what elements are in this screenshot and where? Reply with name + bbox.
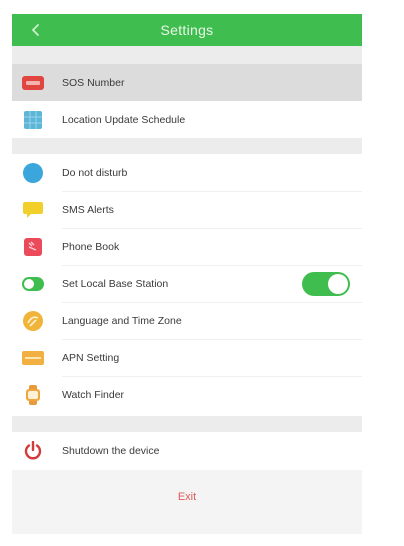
message-icon <box>22 199 44 221</box>
settings-item-sos-number[interactable]: SOS Number <box>12 64 362 101</box>
settings-item-label: Set Local Base Station <box>62 277 169 290</box>
settings-item-watch-finder[interactable]: Watch Finder <box>12 376 362 413</box>
settings-item-set-local-base-station[interactable]: Set Local Base Station <box>12 265 362 302</box>
settings-item-phone-book[interactable]: Phone Book <box>12 228 362 265</box>
settings-item-label: SOS Number <box>62 76 125 89</box>
settings-item-language-time-zone[interactable]: Language and Time Zone <box>12 302 362 339</box>
phonebook-icon <box>22 236 44 258</box>
base-station-toggle[interactable] <box>302 271 350 296</box>
section-gap <box>12 416 362 432</box>
settings-item-do-not-disturb[interactable]: Do not disturb <box>12 154 362 191</box>
settings-item-label: Do not disturb <box>62 166 128 179</box>
settings-group-1: SOS Number Location Update Schedule <box>12 64 362 138</box>
settings-item-label: Phone Book <box>62 240 120 253</box>
settings-item-apn-setting[interactable]: APN Setting <box>12 339 362 376</box>
apn-icon <box>22 347 44 369</box>
page-title: Settings <box>160 22 214 38</box>
sos-icon <box>22 72 44 94</box>
exit-button[interactable]: Exit <box>12 482 362 512</box>
header-bar: Settings <box>12 14 362 46</box>
settings-item-label: Watch Finder <box>62 388 125 401</box>
settings-group-3: Shutdown the device <box>12 432 362 470</box>
watch-icon <box>22 384 44 406</box>
settings-item-label: Shutdown the device <box>62 444 160 457</box>
settings-item-shutdown[interactable]: Shutdown the device <box>12 432 362 469</box>
moon-icon <box>22 162 44 184</box>
settings-item-label: APN Setting <box>62 351 120 364</box>
section-gap <box>12 138 362 154</box>
settings-screen: Settings SOS Number Location Update Sche… <box>12 14 362 534</box>
settings-item-label: Location Update Schedule <box>62 113 186 126</box>
section-gap <box>12 46 362 64</box>
settings-item-label: SMS Alerts <box>62 203 114 216</box>
arrow-left-icon[interactable] <box>28 22 44 38</box>
settings-item-location-update-schedule[interactable]: Location Update Schedule <box>12 101 362 138</box>
toggle-icon <box>22 273 44 295</box>
settings-group-2: Do not disturb SMS Alerts Phone Book Set… <box>12 154 362 416</box>
settings-item-label: Language and Time Zone <box>62 314 182 327</box>
settings-item-sms-alerts[interactable]: SMS Alerts <box>12 191 362 228</box>
power-icon <box>22 440 44 462</box>
toggle-knob <box>328 273 348 294</box>
globe-icon <box>22 310 44 332</box>
schedule-icon <box>22 109 44 131</box>
